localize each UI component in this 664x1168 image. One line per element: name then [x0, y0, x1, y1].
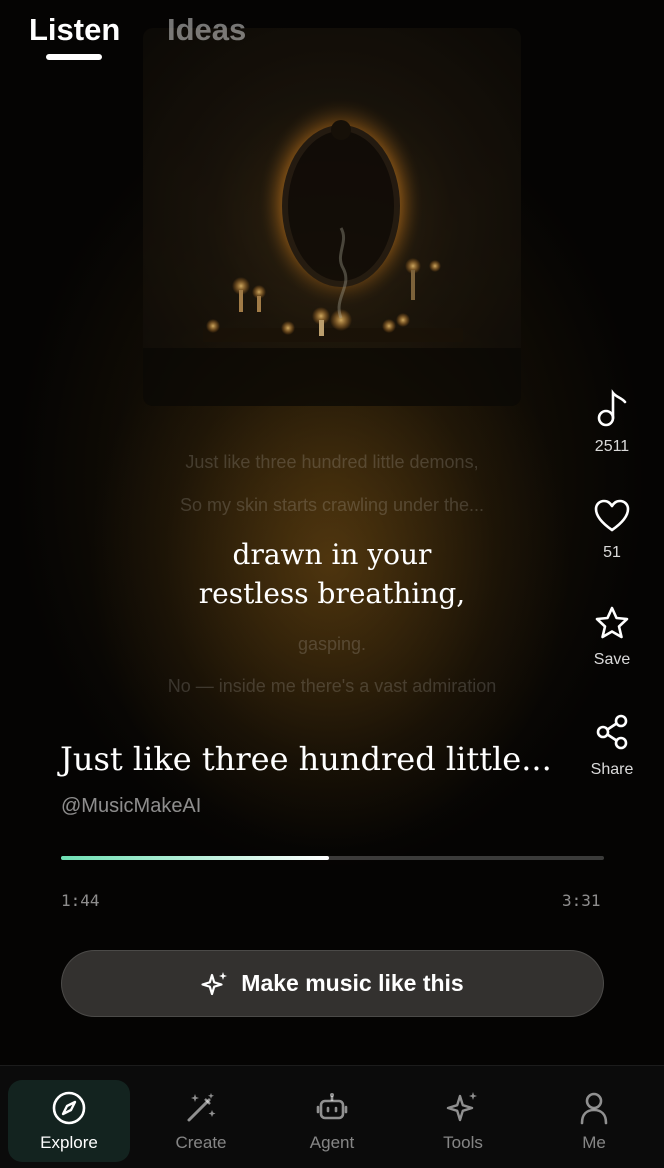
heart-icon [594, 499, 630, 532]
current-time: 1:44 [61, 891, 100, 910]
save-label: Save [593, 651, 631, 668]
plays-count: 2511 [594, 438, 630, 455]
lyric-line-next: gasping. [297, 634, 367, 654]
lyric-line-previous: Just like three hundred little demons, [185, 452, 479, 472]
nav-me[interactable]: Me [533, 1080, 655, 1162]
make-music-label: Make music like this [241, 970, 464, 996]
tab-ideas[interactable]: Ideas [167, 12, 246, 48]
active-tab-indicator [46, 54, 102, 60]
lyric-line-next: No — inside me there's a vast admiration [167, 676, 497, 696]
nav-label: Me [582, 1133, 606, 1152]
compass-icon [52, 1091, 86, 1125]
total-time: 3:31 [562, 891, 601, 910]
sparkles-icon [201, 971, 228, 995]
star-icon [595, 606, 629, 639]
progress-bar[interactable] [61, 856, 604, 860]
nav-label: Tools [443, 1133, 483, 1152]
nav-create[interactable]: Create [140, 1080, 262, 1162]
likes-count: 51 [603, 544, 621, 561]
robot-icon [316, 1093, 348, 1120]
share-icon [596, 714, 628, 750]
lyric-line-current: drawn in your [232, 538, 432, 571]
lyric-line-previous: So my skin starts crawling under the... [179, 495, 485, 515]
share-label: Share [590, 761, 634, 778]
album-artwork [143, 28, 521, 406]
make-music-button[interactable]: Make music like this [61, 950, 604, 1017]
sparkles-icon [446, 1092, 477, 1122]
plays-button[interactable]: 2511 [580, 388, 644, 456]
like-button[interactable]: 51 [580, 498, 644, 562]
nav-label: Explore [40, 1133, 98, 1152]
tab-listen[interactable]: Listen [29, 12, 120, 48]
nav-agent[interactable]: Agent [271, 1080, 393, 1162]
song-title[interactable]: Just like three hundred little... [60, 740, 552, 778]
progress-fill [61, 856, 329, 860]
person-icon [580, 1092, 608, 1125]
nav-explore[interactable]: Explore [8, 1080, 130, 1162]
music-note-icon [597, 389, 627, 427]
share-button[interactable]: Share [580, 713, 644, 779]
nav-tools[interactable]: Tools [402, 1080, 524, 1162]
lyric-line-current: restless breathing, [198, 577, 466, 610]
nav-label: Create [175, 1133, 227, 1152]
save-button[interactable]: Save [580, 605, 644, 669]
song-author[interactable]: @MusicMakeAI [61, 795, 201, 818]
bottom-navigation: Explore Create Agent Tools Me [0, 1065, 664, 1168]
nav-label: Agent [309, 1133, 355, 1152]
magic-wand-icon [187, 1093, 216, 1122]
